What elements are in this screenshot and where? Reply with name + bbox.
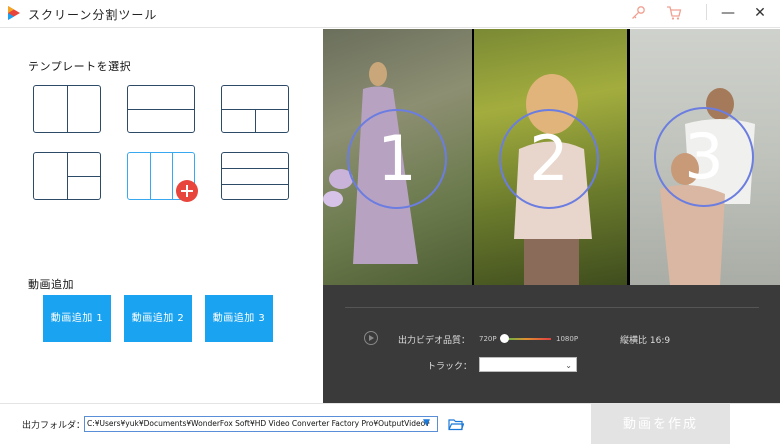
add-video-3-button[interactable]: 動画追加 3	[205, 295, 273, 342]
open-folder-icon[interactable]	[448, 418, 464, 431]
add-video-1-button[interactable]: 動画追加 1	[43, 295, 111, 342]
pane-number-1: 1	[347, 109, 447, 209]
template-top-two-bottom[interactable]	[221, 85, 289, 133]
minimize-button[interactable]: —	[716, 3, 740, 23]
play-icon[interactable]	[364, 331, 378, 345]
output-folder-field[interactable]: C:¥Users¥yuk¥Documents¥WonderFox Soft¥HD…	[84, 416, 438, 432]
quality-max-label: 1080P	[556, 335, 579, 343]
pane-number-2: 2	[499, 109, 599, 209]
folder-dropdown-icon[interactable]: ▼	[423, 418, 430, 428]
app-title: スクリーン分割ツール	[28, 8, 158, 22]
preview-pane-3[interactable]: 3	[630, 29, 780, 285]
track-select[interactable]: ⌄	[479, 357, 577, 372]
track-label: トラック：	[427, 362, 473, 372]
quality-slider-handle[interactable]	[500, 334, 509, 343]
aspect-ratio-label: 縦横比 16:9	[620, 336, 671, 346]
add-video-2-button[interactable]: 動画追加 2	[124, 295, 192, 342]
quality-min-label: 720P	[479, 335, 497, 343]
template-heading: テンプレートを選択	[28, 60, 132, 73]
template-two-horizontal[interactable]	[127, 85, 195, 133]
key-icon[interactable]	[630, 5, 646, 21]
template-two-vertical[interactable]	[33, 85, 101, 133]
title-bar: スクリーン分割ツール — ✕	[0, 0, 780, 28]
create-video-button[interactable]: 動画を作成	[591, 404, 730, 444]
preview-pane-2[interactable]: 2	[474, 29, 627, 285]
cart-icon[interactable]	[666, 5, 682, 21]
template-three-horizontal[interactable]	[221, 152, 289, 200]
add-video-heading: 動画追加	[28, 278, 74, 291]
timeline-bar[interactable]	[345, 307, 759, 308]
selected-plus-icon	[176, 180, 198, 202]
chevron-down-icon: ⌄	[565, 361, 572, 370]
app-logo-icon	[8, 6, 20, 20]
quality-label: 出力ビデオ品質：	[398, 336, 471, 346]
output-folder-label: 出力フォルダ：	[22, 421, 86, 431]
bottom-bar: 出力フォルダ： C:¥Users¥yuk¥Documents¥WonderFox…	[0, 403, 780, 444]
template-left-right-split[interactable]	[33, 152, 101, 200]
close-button[interactable]: ✕	[748, 3, 772, 23]
titlebar-divider	[706, 4, 707, 20]
preview-area: 1 2 3	[323, 29, 780, 285]
preview-pane-1[interactable]: 1	[323, 29, 472, 285]
preview-controls: 出力ビデオ品質： 720P 1080P 縦横比 16:9 トラック： ⌄	[323, 285, 780, 403]
left-panel: テンプレートを選択 動画追加 動画追加 1 動画追加 2 動画追加 3	[0, 29, 322, 403]
pane-number-3: 3	[654, 107, 754, 207]
